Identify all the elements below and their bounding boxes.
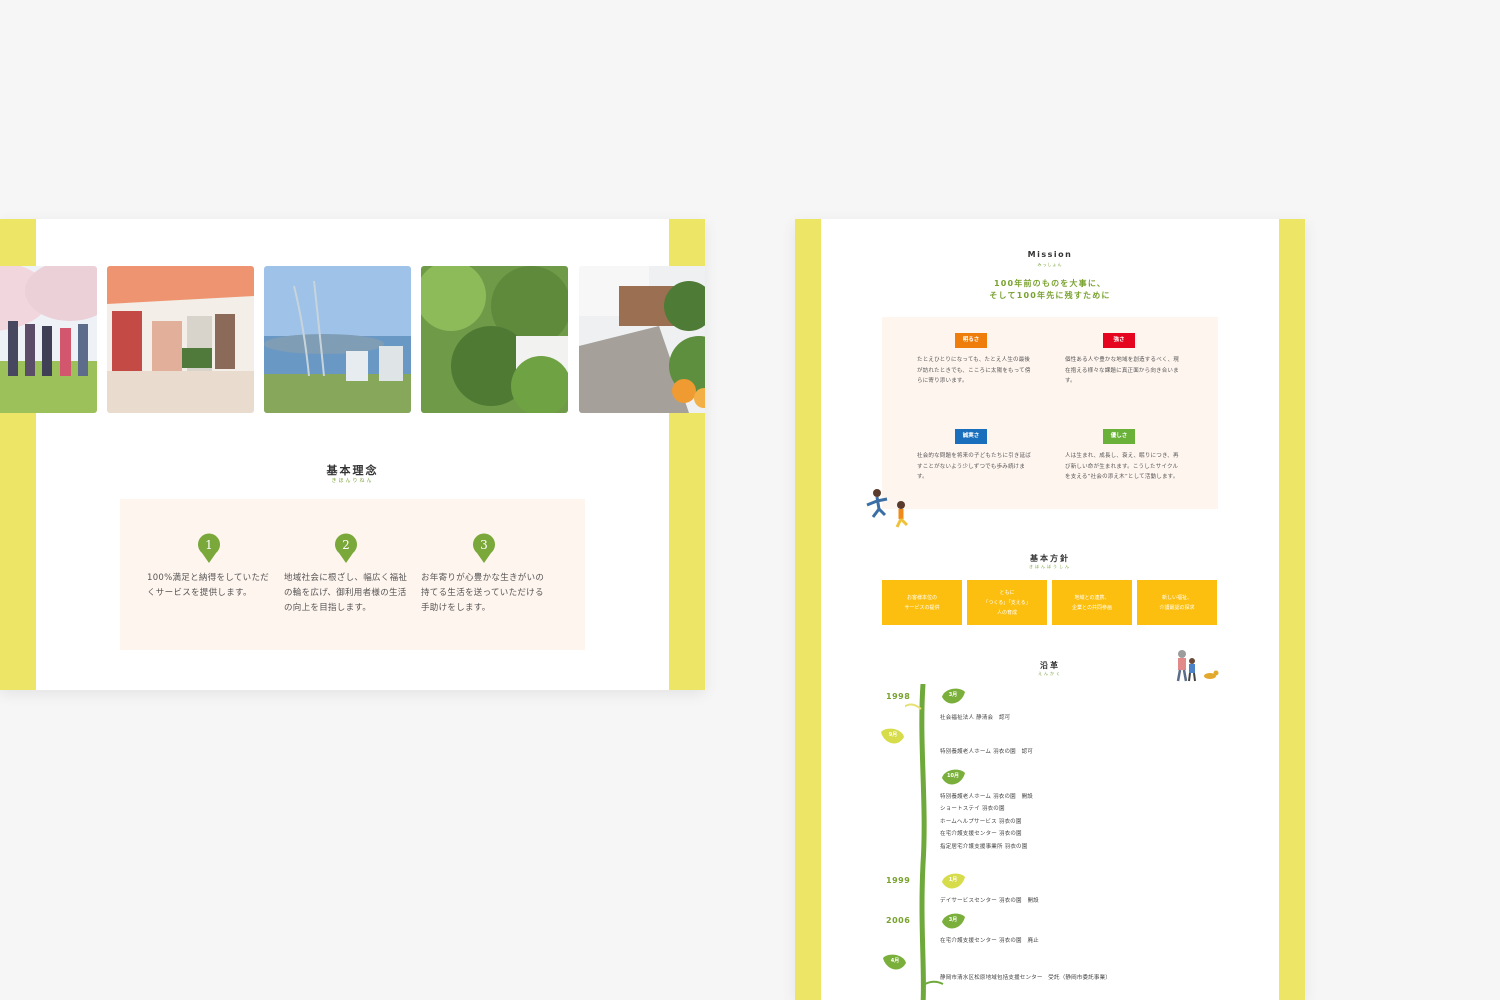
- green-garden-photo: [421, 266, 568, 413]
- policy-card: お客様本位の サービスの提供: [882, 580, 962, 625]
- enkaku-title: 沿革: [1040, 661, 1060, 670]
- value-badge: 優しさ: [1103, 429, 1135, 444]
- year-label: 1999: [886, 876, 911, 885]
- value-badge: 強さ: [1103, 333, 1135, 348]
- left-page-mockup: 基本理念 きほんりねん 1 2 3 100%満足と納得をしていただくサービスを提…: [0, 219, 705, 690]
- year-label: 2006: [886, 916, 911, 925]
- right-page-mockup: Mission みっしょん 100年前のものを大事に、 そして100年先に残すた…: [795, 219, 1305, 1000]
- kihon-houshin-title: 基本方針: [1030, 554, 1070, 563]
- value-badge: 明るさ: [955, 333, 987, 348]
- year-label: 1998: [886, 692, 911, 701]
- value-badge: 誠実さ: [955, 429, 987, 444]
- svg-text:3: 3: [480, 538, 488, 552]
- sea-view-photo: [264, 266, 411, 413]
- history-entry: 静岡市清水区松原地域包括支援センター 受託（静岡市委託事業）: [940, 975, 1112, 981]
- value-text: 個性ある人や豊かな地域を創造するべく、現在抱える様々な課題に真正面から向き合いま…: [1065, 357, 1180, 384]
- month-leaf-icon: 9月: [880, 726, 906, 748]
- number-pin-icon: 3: [472, 533, 496, 563]
- month-leaf-icon: 3月: [940, 686, 966, 708]
- rinen-item-text: 地域社会に根ざし、幅広く福祉の輪を広げ、御利用者様の生活の向上を目指します。: [284, 573, 408, 613]
- value-text: 社会的な問題を将来の子どもたちに引き延ばすことがないよう少しずつでも歩み続けます…: [917, 453, 1032, 480]
- history-entry: 特別養護老人ホーム 羽衣の園 認可: [940, 749, 1033, 755]
- svg-text:2: 2: [342, 538, 350, 552]
- children-illustration: [863, 487, 915, 531]
- mission-title: Mission: [1027, 250, 1073, 259]
- timeline-vine: [905, 684, 944, 1000]
- rinen-item-text: お年寄りが心豊かな生きがいの持てる生活を送っていただける手助けをします。: [421, 573, 545, 613]
- enkaku-reading: えんかく: [1038, 671, 1062, 676]
- tent-cooking-photo: [107, 266, 254, 413]
- kihon-rinen-reading: きほんりねん: [331, 478, 374, 484]
- kihon-rinen-title: 基本理念: [326, 464, 379, 477]
- month-leaf-icon: 10月: [940, 767, 966, 789]
- number-pin-icon: 1: [197, 533, 221, 563]
- mission-lead-line: 100年前のものを大事に、: [993, 279, 1107, 288]
- value-text: 人は生まれ、成長し、衰え、眠りにつき、再び新しい命が生まれます。こうしたサイクル…: [1065, 453, 1179, 480]
- policy-card: 地域との連携、 企業との共同参画: [1052, 580, 1132, 625]
- month-leaf-icon: 1月: [940, 871, 966, 893]
- rinen-item-text: 100%満足と納得をしていただくサービスを提供します。: [147, 573, 270, 598]
- number-pin-icon: 2: [334, 533, 358, 563]
- history-entry: 在宅介護支援センター 羽衣の園 廃止: [940, 938, 1039, 944]
- kihon-rinen-box: 1 2 3 100%満足と納得をしていただくサービスを提供します。 地域社会に根…: [120, 499, 585, 650]
- history-entry: 社会福祉法人 静清会 認可: [940, 715, 1011, 721]
- history-entry: デイサービスセンター 羽衣の園 開設: [940, 898, 1039, 904]
- svg-text:1: 1: [205, 538, 213, 552]
- mission-lead: 100年前のものを大事に、 そして100年先に残すために: [795, 278, 1305, 302]
- terrace-flowers-photo: [579, 266, 705, 413]
- mission-values-box: 明るさ たとえひとりになっても、たとえ人生の最後が訪れたときでも、こころに太陽を…: [882, 317, 1218, 509]
- policy-card: ともに 「つくる」「支える」 人の育成: [967, 580, 1047, 625]
- left-yellow-band: [795, 219, 821, 1000]
- policy-card: 新しい福祉、 介護最認の探求: [1137, 580, 1217, 625]
- month-leaf-icon: 3月: [940, 911, 966, 933]
- mission-lead-line: そして100年先に残すために: [989, 291, 1111, 300]
- right-yellow-band: [1279, 219, 1305, 1000]
- kihon-houshin-reading: きほんほうしん: [1029, 564, 1071, 569]
- month-leaf-icon: 4月: [882, 952, 908, 974]
- elderly-walking-dog-illustration: [1172, 649, 1220, 685]
- history-entry: 特別養護老人ホーム 羽衣の園 開設 ショートステイ 羽衣の園 ホームヘルプサービ…: [940, 794, 1033, 850]
- mission-reading: みっしょん: [1037, 262, 1063, 267]
- value-text: たとえひとりになっても、たとえ人生の最後が訪れたときでも、こころに太陽をもって傍…: [917, 357, 1031, 384]
- cherry-blossom-walk-photo: [0, 266, 97, 413]
